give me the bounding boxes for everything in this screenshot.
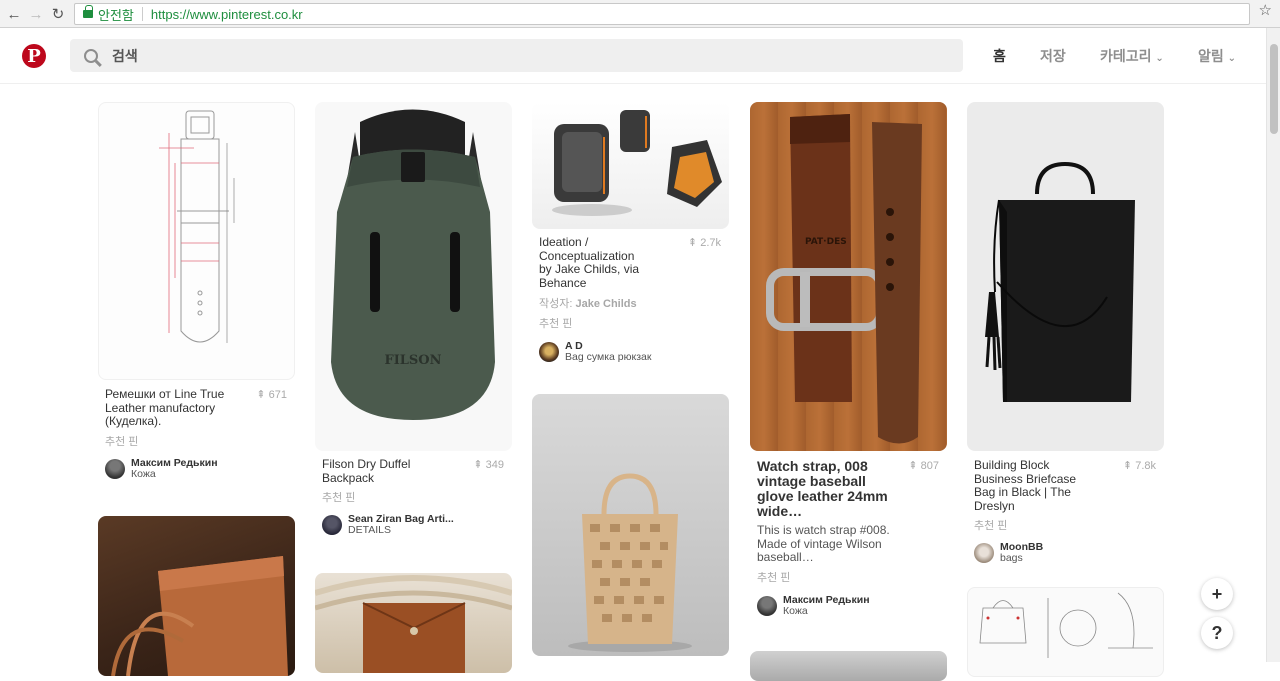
board-name[interactable]: Кожа	[783, 605, 870, 617]
pin-title[interactable]: Watch strap, 008 vintage baseball glove …	[750, 459, 900, 519]
save-count-value: 349	[485, 459, 504, 471]
recommended-label: 추천 핀	[322, 492, 356, 504]
save-count: ⇞ 7.8k	[1122, 460, 1156, 472]
pinner-info[interactable]: Максим Редькин Кожа	[98, 457, 295, 480]
pin-card[interactable]	[315, 573, 512, 673]
save-count-value: 807	[920, 460, 939, 472]
forward-icon[interactable]: →	[26, 4, 46, 24]
pin-title[interactable]: Building Block Business Briefcase Bag in…	[967, 458, 1097, 513]
nav-home[interactable]: 홈	[993, 46, 1006, 66]
pinner-info[interactable]: Sean Ziran Bag Arti... DETAILS	[315, 514, 512, 536]
address-divider	[141, 7, 143, 21]
board-name[interactable]: bags	[1000, 553, 1043, 564]
pinner-name[interactable]: Максим Редькин	[783, 594, 870, 606]
pin-image[interactable]	[315, 573, 512, 673]
avatar[interactable]	[322, 515, 342, 535]
scrollbar-thumb[interactable]	[1270, 44, 1278, 134]
nav-categories-label: 카테고리	[1100, 48, 1152, 64]
page-scrollbar[interactable]	[1266, 28, 1280, 662]
pin-title[interactable]: Filson Dry Duffel Backpack	[315, 457, 465, 485]
secure-label: 안전함	[98, 7, 134, 23]
save-count-value: 2.7k	[700, 237, 721, 249]
save-count: ⇞ 2.7k	[687, 237, 721, 249]
svg-text:PAT·DES: PAT·DES	[805, 237, 847, 247]
pinner-info[interactable]: A D Bag сумка рюкзак	[532, 341, 729, 363]
nav-categories[interactable]: 카테고리 ⌄	[1100, 46, 1164, 66]
save-count-value: 7.8k	[1135, 460, 1156, 472]
pin-image[interactable]	[98, 102, 295, 380]
plus-icon: +	[1211, 583, 1223, 604]
add-pin-button[interactable]: +	[1201, 578, 1233, 610]
pin-title[interactable]: Ремешки от Line True Leather manufactory…	[98, 387, 248, 429]
recommended-label: 추천 핀	[974, 520, 1008, 532]
help-button[interactable]: ?	[1201, 617, 1233, 649]
pinner-info[interactable]: Максим Редькин Кожа	[750, 594, 947, 617]
recommended-label: 추천 핀	[539, 318, 573, 330]
back-icon[interactable]: ←	[4, 4, 24, 24]
pin-description: This is watch strap #008. Made of vintag…	[757, 523, 890, 564]
save-count-value: 671	[268, 389, 287, 401]
pin-title[interactable]: Ideation / Conceptualization by Jake Chi…	[532, 235, 652, 290]
chevron-down-icon: ⌄	[1227, 53, 1237, 64]
avatar[interactable]	[974, 543, 994, 563]
search-input[interactable]: 검색	[112, 46, 138, 66]
board-name[interactable]: Bag сумка рюкзак	[565, 352, 651, 363]
author-prefix: 작성자:	[539, 298, 573, 310]
help-icon: ?	[1211, 622, 1223, 643]
save-count: ⇞ 671	[256, 389, 287, 401]
pin-card[interactable]: FILSON Filson Dry Duffel Backpack ⇞ 349 …	[315, 102, 512, 536]
svg-text:FILSON: FILSON	[384, 353, 441, 368]
author-name[interactable]: Jake Childs	[575, 298, 636, 310]
pin-card[interactable]: PAT·DES Watch strap, 008 vintage basebal…	[750, 102, 947, 617]
url-text[interactable]: https://www.pinterest.co.kr	[151, 7, 303, 22]
pin-card[interactable]: Ремешки от Line True Leather manufactory…	[98, 102, 295, 480]
pin-card[interactable]	[98, 516, 295, 676]
search-icon	[84, 48, 98, 63]
site-header: P 검색 홈 저장 카테고리 ⌄ 알림 ⌄	[0, 28, 1266, 84]
address-bar[interactable]: 안전함 https://www.pinterest.co.kr	[74, 3, 1250, 25]
bookmark-star-icon[interactable]: ☆	[1259, 1, 1272, 19]
board-name[interactable]: Кожа	[131, 468, 218, 480]
nav-saved[interactable]: 저장	[1040, 46, 1066, 66]
save-count: ⇞ 807	[908, 460, 939, 472]
chevron-down-icon: ⌄	[1155, 53, 1164, 64]
pin-image[interactable]: FILSON	[315, 102, 512, 451]
pin-card[interactable]: Building Block Business Briefcase Bag in…	[967, 102, 1164, 564]
pin-image[interactable]	[98, 516, 295, 676]
pin-card[interactable]: Ideation / Conceptualization by Jake Chi…	[532, 102, 729, 363]
recommended-label: 추천 핀	[105, 435, 139, 448]
pin-card[interactable]	[967, 587, 1164, 677]
search-bar[interactable]: 검색	[70, 39, 963, 72]
pinterest-logo-icon[interactable]: P	[22, 44, 46, 68]
pin-image[interactable]	[532, 102, 729, 229]
avatar[interactable]	[757, 595, 777, 616]
author-line: 작성자: Jake Childs	[532, 295, 729, 311]
pin-image[interactable]	[532, 394, 729, 656]
pin-image[interactable]	[750, 651, 947, 681]
browser-toolbar: ← → ↻ 안전함 https://www.pinterest.co.kr ☆	[0, 0, 1280, 28]
pin-image[interactable]: PAT·DES	[750, 102, 947, 451]
lock-icon	[83, 5, 93, 18]
pin-image[interactable]	[967, 102, 1164, 451]
pin-card[interactable]	[532, 394, 729, 656]
reload-icon[interactable]: ↻	[48, 4, 68, 24]
pin-card[interactable]	[750, 651, 947, 681]
nav-notifications[interactable]: 알림 ⌄	[1198, 46, 1236, 66]
nav-notifications-label: 알림	[1198, 48, 1224, 64]
save-count: ⇞ 349	[473, 459, 504, 471]
avatar[interactable]	[105, 458, 125, 479]
board-name[interactable]: DETAILS	[348, 525, 454, 536]
recommended-label: 추천 핀	[757, 571, 791, 584]
pinner-name[interactable]: Максим Редькин	[131, 457, 218, 469]
pinner-info[interactable]: MoonBB bags	[967, 542, 1164, 564]
pin-image[interactable]	[967, 587, 1164, 677]
avatar[interactable]	[539, 342, 559, 362]
